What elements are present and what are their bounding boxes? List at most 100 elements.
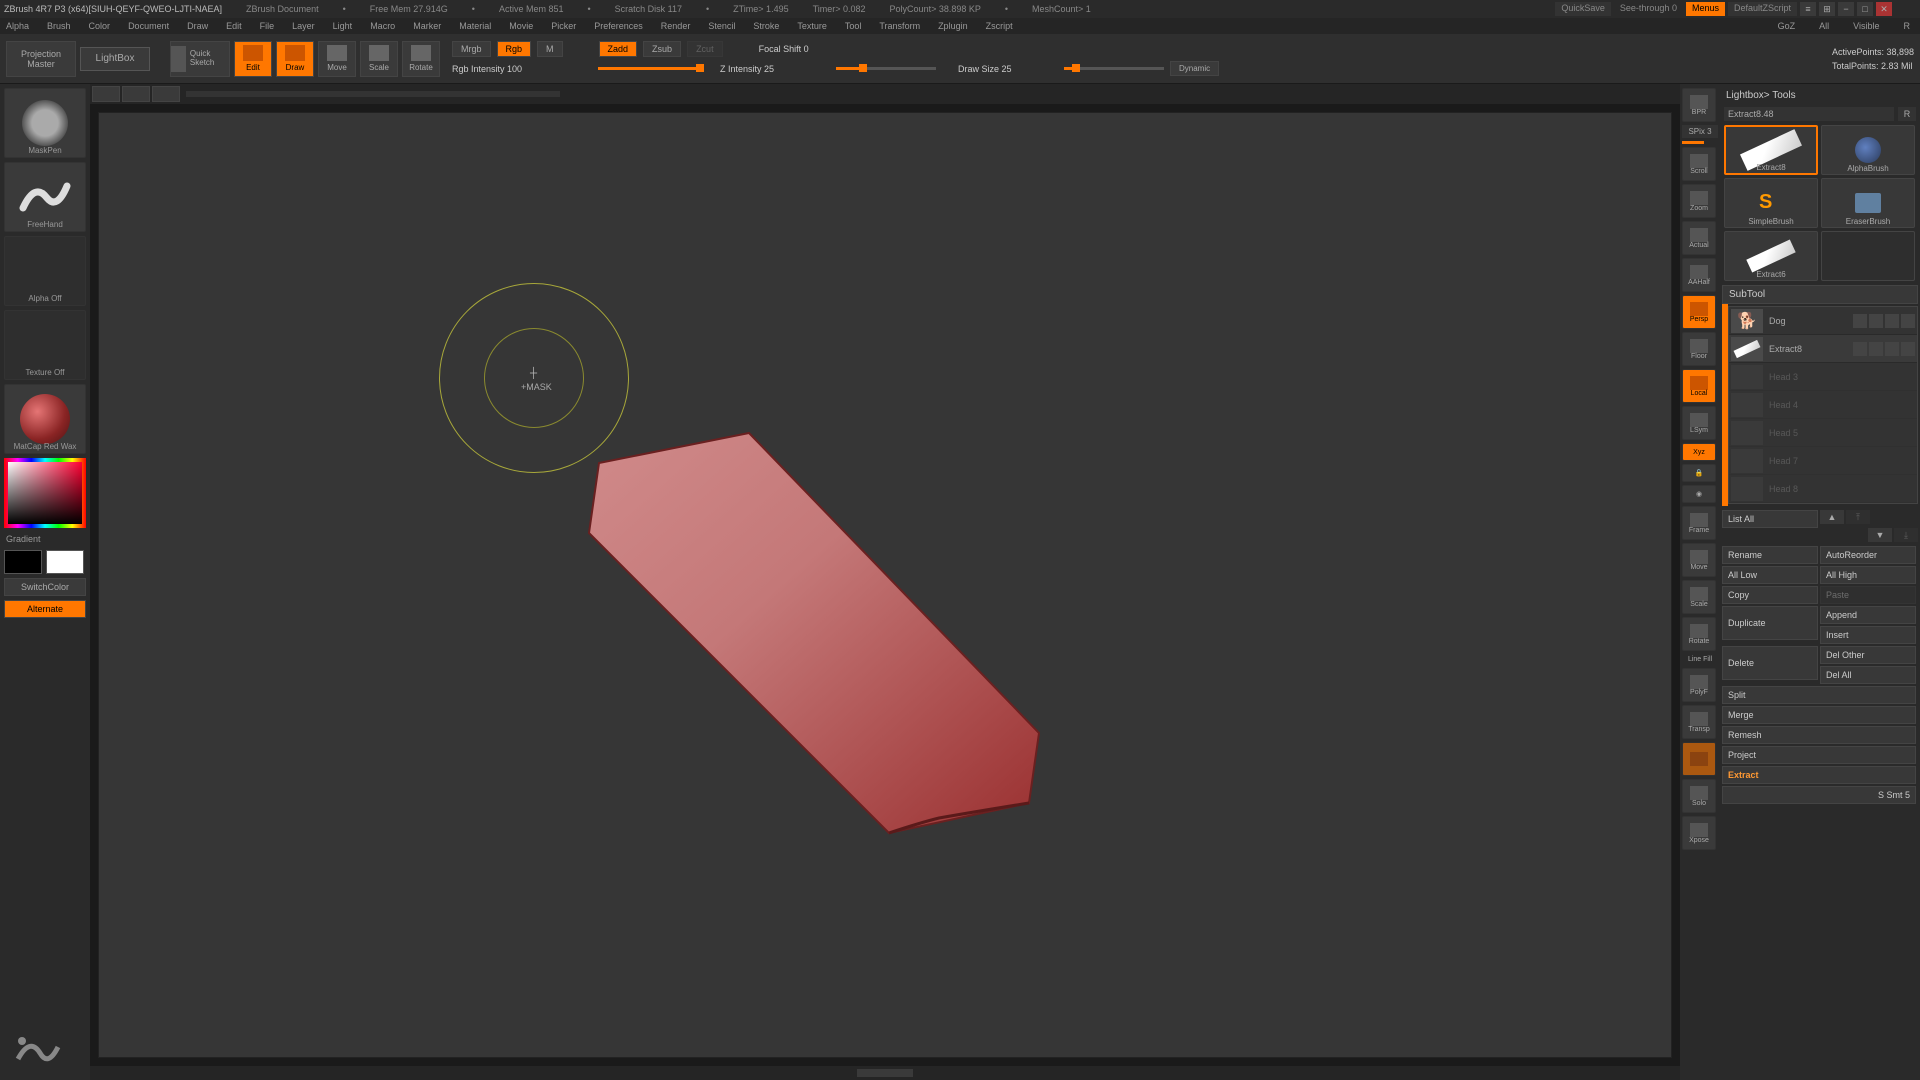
ghost-button[interactable] xyxy=(1682,742,1716,776)
minimize-icon[interactable]: − xyxy=(1838,2,1854,16)
subtool-down-all-button[interactable]: ⤓ xyxy=(1894,528,1918,542)
alternate-button[interactable]: Alternate xyxy=(4,600,86,618)
menu-material[interactable]: Material xyxy=(459,21,491,31)
menu-transform[interactable]: Transform xyxy=(879,21,920,31)
menu-draw[interactable]: Draw xyxy=(187,21,208,31)
spix-slider[interactable]: SPix 3 xyxy=(1682,125,1718,138)
menu-edit[interactable]: Edit xyxy=(226,21,242,31)
subtool-move-up-button[interactable]: ▲ xyxy=(1820,510,1844,524)
seethrough-slider[interactable]: See-through 0 xyxy=(1614,2,1683,16)
subtool-up-all-button[interactable]: ⤒ xyxy=(1846,510,1870,524)
subtool-flag-4[interactable] xyxy=(1901,342,1915,356)
remesh-section[interactable]: Remesh xyxy=(1722,726,1916,744)
menu-zplugin[interactable]: Zplugin xyxy=(938,21,968,31)
goz-visible-button[interactable]: Visible xyxy=(1849,20,1883,32)
floor-button[interactable]: Floor xyxy=(1682,332,1716,366)
xpose-button[interactable]: Xpose xyxy=(1682,816,1716,850)
subtool-mode-toggle[interactable] xyxy=(1869,314,1883,328)
zoom-button[interactable]: Zoom xyxy=(1682,184,1716,218)
menu-movie[interactable]: Movie xyxy=(509,21,533,31)
z-intensity-track[interactable] xyxy=(836,67,936,70)
subtool-row-extract8[interactable]: Extract8 xyxy=(1729,335,1917,363)
close-icon[interactable]: ✕ xyxy=(1876,2,1892,16)
subtool-flag-3[interactable] xyxy=(1885,314,1899,328)
paste-button[interactable]: Paste xyxy=(1820,586,1916,604)
projection-master-button[interactable]: Projection Master xyxy=(6,41,76,77)
rgb-button[interactable]: Rgb xyxy=(497,41,532,57)
menu-picker[interactable]: Picker xyxy=(551,21,576,31)
draw-mode-button[interactable]: Draw xyxy=(276,41,314,77)
menu-icon[interactable]: ≡ xyxy=(1800,2,1816,16)
menu-zscript[interactable]: Zscript xyxy=(986,21,1013,31)
grid-icon[interactable]: ⊞ xyxy=(1819,2,1835,16)
goz-button[interactable]: GoZ xyxy=(1774,20,1800,32)
lsym-button[interactable]: LSym xyxy=(1682,406,1716,440)
rename-button[interactable]: Rename xyxy=(1722,546,1818,564)
lightbox-button[interactable]: LightBox xyxy=(80,47,150,71)
tool-simplebrush[interactable]: S SimpleBrush xyxy=(1724,178,1818,228)
autoreorder-button[interactable]: AutoReorder xyxy=(1820,546,1916,564)
project-section[interactable]: Project xyxy=(1722,746,1916,764)
insert-button[interactable]: Insert xyxy=(1820,626,1916,644)
dynamic-button[interactable]: Dynamic xyxy=(1170,61,1219,76)
actual-button[interactable]: Actual xyxy=(1682,221,1716,255)
menu-texture[interactable]: Texture xyxy=(797,21,827,31)
frame-button[interactable]: Frame xyxy=(1682,506,1716,540)
menu-alpha[interactable]: Alpha xyxy=(6,21,29,31)
brush-picker[interactable]: MaskPen xyxy=(4,88,86,158)
restore-button[interactable]: R xyxy=(1900,20,1915,32)
zcut-button[interactable]: Zcut xyxy=(687,41,723,57)
goz-all-button[interactable]: All xyxy=(1815,20,1833,32)
subtool-row-empty[interactable]: Head 3 xyxy=(1729,363,1917,391)
focal-shift-slider[interactable]: Focal Shift 0 xyxy=(759,44,859,54)
subtool-flag-4[interactable] xyxy=(1901,314,1915,328)
menu-color[interactable]: Color xyxy=(89,21,111,31)
append-button[interactable]: Append xyxy=(1820,606,1916,624)
zadd-button[interactable]: Zadd xyxy=(599,41,638,57)
all-low-button[interactable]: All Low xyxy=(1722,566,1818,584)
canvas-drag-handle[interactable] xyxy=(186,91,560,97)
center-button[interactable]: ◉ xyxy=(1682,485,1716,503)
subtool-vis-toggle[interactable] xyxy=(1853,342,1867,356)
stroke-picker[interactable]: FreeHand xyxy=(4,162,86,232)
draw-size-track[interactable] xyxy=(1064,67,1164,70)
tool-extract6[interactable]: Extract6 xyxy=(1724,231,1818,281)
del-other-button[interactable]: Del Other xyxy=(1820,646,1916,664)
switch-color-button[interactable]: SwitchColor xyxy=(4,578,86,596)
scale-mode-button[interactable]: Scale xyxy=(360,41,398,77)
xyz-button[interactable]: Xyz xyxy=(1682,443,1716,461)
rgb-intensity-slider[interactable]: Rgb Intensity 100 xyxy=(452,64,592,74)
menu-preferences[interactable]: Preferences xyxy=(594,21,643,31)
copy-button[interactable]: Copy xyxy=(1722,586,1818,604)
move-mode-button[interactable]: Move xyxy=(318,41,356,77)
lock-icon-button[interactable]: 🔒 xyxy=(1682,464,1716,482)
extract-section[interactable]: Extract xyxy=(1722,766,1916,784)
merge-section[interactable]: Merge xyxy=(1722,706,1916,724)
menu-render[interactable]: Render xyxy=(661,21,691,31)
list-all-button[interactable]: List All xyxy=(1722,510,1818,528)
scroll-button[interactable]: Scroll xyxy=(1682,147,1716,181)
menu-marker[interactable]: Marker xyxy=(413,21,441,31)
canvas-header-control-1[interactable] xyxy=(92,86,120,102)
color-picker[interactable] xyxy=(4,458,86,528)
subtool-vis-toggle[interactable] xyxy=(1853,314,1867,328)
menu-tool[interactable]: Tool xyxy=(845,21,862,31)
menu-document[interactable]: Document xyxy=(128,21,169,31)
persp-button[interactable]: Persp xyxy=(1682,295,1716,329)
subtool-mode-toggle[interactable] xyxy=(1869,342,1883,356)
subtool-section-header[interactable]: SubTool xyxy=(1722,285,1918,304)
tool-extract8[interactable]: Extract8 xyxy=(1724,125,1818,175)
quick-sketch-button[interactable]: Quick Sketch xyxy=(170,41,230,77)
primary-color-swatch[interactable] xyxy=(46,550,84,574)
subtool-row-dog[interactable]: 🐕 Dog xyxy=(1729,307,1917,335)
tool-eraserbrush[interactable]: EraserBrush xyxy=(1821,178,1915,228)
move-view-button[interactable]: Move xyxy=(1682,543,1716,577)
delete-button[interactable]: Delete xyxy=(1722,646,1818,680)
subtool-move-down-button[interactable]: ▼ xyxy=(1868,528,1892,542)
m-button[interactable]: M xyxy=(537,41,563,57)
del-all-button[interactable]: Del All xyxy=(1820,666,1916,684)
rotate-view-button[interactable]: Rotate xyxy=(1682,617,1716,651)
zsub-button[interactable]: Zsub xyxy=(643,41,681,57)
subtool-row-empty[interactable]: Head 4 xyxy=(1729,391,1917,419)
z-intensity-slider[interactable]: Z Intensity 25 xyxy=(720,64,830,74)
